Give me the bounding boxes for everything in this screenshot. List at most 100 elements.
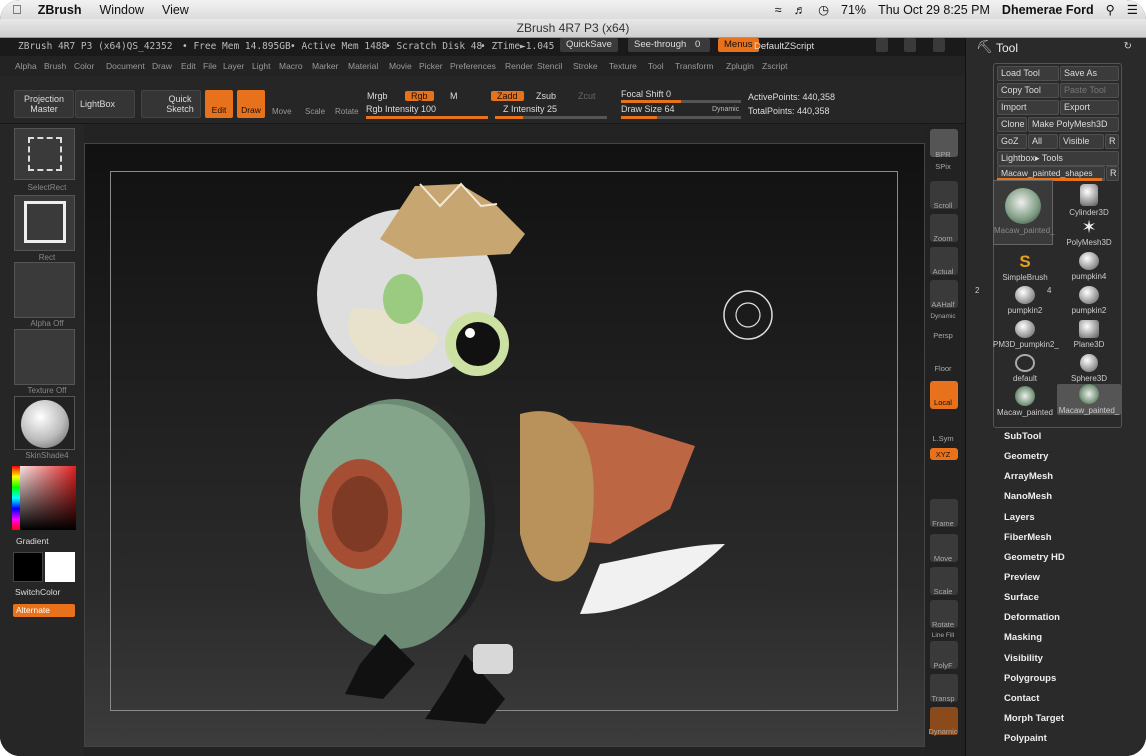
menu-draw[interactable]: Draw	[152, 56, 172, 76]
visible-button[interactable]: Visible	[1059, 134, 1104, 149]
default-zscript-button[interactable]: DefaultZScript	[754, 38, 814, 56]
menu-document[interactable]: Document	[106, 56, 145, 76]
main-color-swatch[interactable]	[13, 552, 43, 582]
menu-zscript[interactable]: Zscript	[762, 56, 788, 76]
zadd-button[interactable]: Zadd	[491, 91, 524, 101]
tool-thumb[interactable]: S SimpleBrush	[993, 252, 1057, 282]
lightbox-tools-button[interactable]: Lightbox▸ Tools	[997, 151, 1119, 166]
menu-movie[interactable]: Movie	[389, 56, 412, 76]
menu-stencil[interactable]: Stencil	[537, 56, 563, 76]
edit-button[interactable]: Edit	[205, 90, 233, 118]
focal-shift-slider[interactable]: Focal Shift 0	[621, 89, 671, 99]
menu-picker[interactable]: Picker	[419, 56, 443, 76]
tool-thumb[interactable]: Macaw_painted_	[993, 180, 1054, 245]
color-picker[interactable]	[12, 466, 76, 530]
tool-thumb[interactable]: ✶ PolyMesh3D	[1057, 218, 1121, 247]
draw-size-track[interactable]	[621, 116, 741, 119]
line-fill-label[interactable]: Line Fill	[925, 632, 961, 639]
menus-toggle[interactable]: Menus	[718, 38, 759, 52]
viewport-canvas[interactable]	[84, 143, 925, 747]
menu-render[interactable]: Render	[505, 56, 533, 76]
alternate-button[interactable]: Alternate	[13, 604, 75, 617]
menu-material[interactable]: Material	[348, 56, 378, 76]
menu-layer[interactable]: Layer	[223, 56, 244, 76]
current-tool-r-button[interactable]: R	[1106, 166, 1119, 181]
secondary-color-swatch[interactable]	[45, 552, 75, 582]
tool-thumb[interactable]: Sphere3D	[1057, 354, 1121, 383]
spix-slider[interactable]: SPix	[925, 162, 961, 171]
clone-button[interactable]: Clone	[997, 117, 1027, 132]
tool-palette-title[interactable]: Tool	[996, 41, 1018, 55]
tool-thumb[interactable]: pumpkin4	[1057, 252, 1121, 281]
subpalette-visibility[interactable]: Visibility	[1004, 653, 1043, 664]
clock[interactable]: Thu Oct 29 8:25 PM	[878, 3, 990, 17]
search-icon[interactable]: ⚲	[1106, 2, 1115, 17]
subpalette-geometry-hd[interactable]: Geometry HD	[1004, 552, 1065, 563]
make-polymesh-button[interactable]: Make PolyMesh3D	[1028, 117, 1119, 132]
time-machine-icon[interactable]: ◷	[818, 2, 829, 17]
rgb-button[interactable]: Rgb	[405, 91, 434, 101]
lock-icon[interactable]	[933, 38, 945, 52]
menu-texture[interactable]: Texture	[609, 56, 637, 76]
subpalette-deformation[interactable]: Deformation	[1004, 612, 1060, 623]
switch-color-button[interactable]: SwitchColor	[15, 587, 60, 597]
tool-thumb[interactable]: Plane3D	[1057, 320, 1121, 349]
see-through-slider[interactable]: See-through 0	[628, 38, 710, 52]
save-as-button[interactable]: Save As	[1060, 66, 1119, 81]
tool-thumb[interactable]: PM3D_pumpkin2_	[993, 320, 1059, 349]
menu-macro[interactable]: Macro	[279, 56, 303, 76]
apple-icon[interactable]: 	[12, 2, 22, 17]
menu-marker[interactable]: Marker	[312, 56, 338, 76]
copy-tool-button[interactable]: Copy Tool	[997, 83, 1059, 98]
layout-icon[interactable]	[876, 38, 888, 52]
subpalette-preview[interactable]: Preview	[1004, 572, 1040, 583]
hue-strip[interactable]	[12, 466, 20, 530]
tool-thumb[interactable]: Cylinder3D	[1057, 184, 1121, 217]
layout-icon-2[interactable]	[904, 38, 916, 52]
user-name[interactable]: Dhemerae Ford	[1002, 3, 1094, 17]
focal-shift-track[interactable]	[621, 100, 741, 103]
menu-transform[interactable]: Transform	[675, 56, 713, 76]
macaw-3d-model[interactable]	[85, 144, 926, 748]
tool-thumb[interactable]: Macaw_painted_	[1057, 384, 1121, 415]
menu-file[interactable]: File	[203, 56, 217, 76]
goz-button[interactable]: GoZ	[997, 134, 1027, 149]
rotate-button[interactable]: Rotate	[335, 107, 359, 116]
draw-size-slider[interactable]: Draw Size 64	[621, 104, 675, 114]
rect-stroke[interactable]	[14, 195, 75, 251]
subpalette-polypaint[interactable]: Polypaint	[1004, 733, 1047, 744]
wifi-icon[interactable]: ≈	[775, 3, 782, 17]
select-rect-brush[interactable]	[14, 128, 75, 180]
quicksave-button[interactable]: QuickSave	[560, 38, 618, 52]
projection-master-button[interactable]: Projection Master	[14, 90, 74, 118]
dynamic-toggle[interactable]: Dynamic	[712, 106, 739, 113]
menu-edit[interactable]: Edit	[181, 56, 196, 76]
menu-tool[interactable]: Tool	[648, 56, 664, 76]
m-button[interactable]: M	[450, 91, 458, 101]
subpalette-arraymesh[interactable]: ArrayMesh	[1004, 471, 1053, 482]
z-intensity-track[interactable]	[495, 116, 607, 119]
subpalette-geometry[interactable]: Geometry	[1004, 451, 1048, 462]
load-tool-button[interactable]: Load Tool	[997, 66, 1059, 81]
material-picker[interactable]	[14, 396, 75, 450]
mrgb-button[interactable]: Mrgb	[367, 91, 388, 101]
menu-view[interactable]: View	[162, 3, 189, 17]
zcut-button[interactable]: Zcut	[578, 91, 596, 101]
menu-light[interactable]: Light	[252, 56, 270, 76]
floor-label[interactable]: Floor	[925, 364, 961, 373]
subpalette-fibermesh[interactable]: FiberMesh	[1004, 532, 1052, 543]
menu-stroke[interactable]: Stroke	[573, 56, 598, 76]
battery-label[interactable]: 71%	[841, 3, 866, 17]
menu-alpha[interactable]: Alpha	[15, 56, 37, 76]
import-button[interactable]: Import	[997, 100, 1059, 115]
volume-icon[interactable]: ♬	[794, 3, 807, 17]
menu-brush[interactable]: Brush	[44, 56, 66, 76]
paste-tool-button[interactable]: Paste Tool	[1060, 83, 1119, 98]
subpalette-subtool[interactable]: SubTool	[1004, 431, 1041, 442]
refresh-icon[interactable]: ↻	[1124, 41, 1132, 52]
texture-picker[interactable]	[14, 329, 75, 385]
menu-zplugin[interactable]: Zplugin	[726, 56, 754, 76]
persp-label[interactable]: Persp	[925, 331, 961, 340]
tool-thumb[interactable]: Macaw_painted	[993, 386, 1057, 417]
subpalette-polygroups[interactable]: Polygroups	[1004, 673, 1056, 684]
